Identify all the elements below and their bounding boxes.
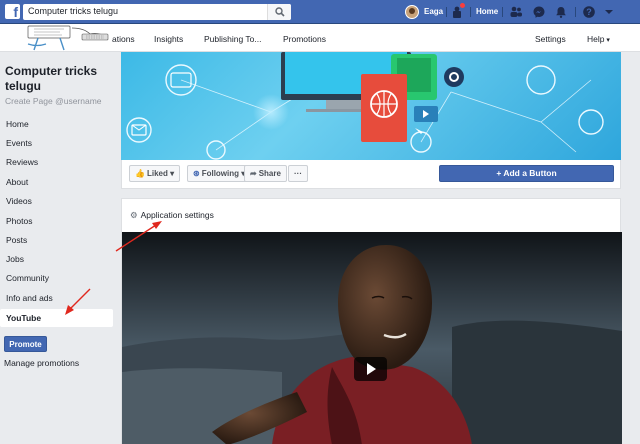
share-arrow-icon: ➦ [250,169,257,178]
home-link[interactable]: Home [476,7,498,16]
sidebar-item-info-and-ads[interactable]: Info and ads [0,289,113,307]
friends-icon[interactable] [509,5,523,19]
tab-settings[interactable]: Settings [535,34,566,44]
video-player[interactable] [122,232,622,444]
tab-publishing-tools[interactable]: Publishing To... [204,34,262,44]
user-name-link[interactable]: Eaga [424,7,443,16]
gear-icon: ⚙ [130,210,138,220]
share-label: Share [258,169,281,178]
rss-feed-icon: ⊛ [193,169,200,178]
cover-network-illustration [126,52,604,160]
sidebar-item-jobs[interactable]: Jobs [0,250,113,268]
manage-promotions-link[interactable]: Manage promotions [4,358,79,368]
divider [446,7,447,17]
divider [575,7,576,17]
search-icon [275,7,285,17]
svg-text:?: ? [586,7,592,17]
sidebar-item-about[interactable]: About [0,173,113,191]
tab-insights[interactable]: Insights [154,34,183,44]
cover-photo[interactable] [121,52,621,160]
user-avatar[interactable] [405,5,419,19]
more-options-button[interactable]: ··· [288,165,308,182]
liked-label: Liked [146,169,168,178]
following-button[interactable]: ⊛ Following ▾ [187,165,252,182]
application-settings-link[interactable]: ⚙ Application settings [130,210,214,221]
create-username-link[interactable]: Create Page @username [5,96,102,106]
thumbs-up-icon: 👍 [135,169,145,178]
facebook-logo-icon[interactable]: f [5,4,20,20]
add-a-button-button[interactable]: + Add a Button [439,165,614,182]
account-caret-icon[interactable] [602,5,616,19]
sidebar-item-home[interactable]: Home [0,115,113,133]
tab-promotions[interactable]: Promotions [283,34,326,44]
divider [470,7,471,17]
help-question-icon[interactable]: ? [582,5,596,19]
sidebar-item-youtube[interactable]: YouTube [0,309,113,327]
page-sidebar: Computer tricks telugu Create Page @user… [0,52,118,444]
promote-button[interactable]: Promote [4,336,47,352]
sidebar-item-videos[interactable]: Videos [0,192,113,210]
play-button[interactable] [354,357,387,381]
top-bar: f Computer tricks telugu Eaga Home ? [0,0,640,24]
search-input[interactable]: Computer tricks telugu [23,4,291,20]
sidebar-item-events[interactable]: Events [0,134,113,152]
sidebar-item-photos[interactable]: Photos [0,212,113,230]
tab-help[interactable]: Help [587,34,610,44]
liked-button[interactable]: 👍 Liked ▾ [129,165,181,182]
following-label: Following [201,169,240,178]
search-button[interactable] [267,4,291,20]
divider [502,7,503,17]
share-button[interactable]: ➦ Share [244,165,287,182]
sidebar-item-reviews[interactable]: Reviews [0,153,113,171]
video-thumbnail [122,232,622,444]
notifications-bell-icon[interactable] [554,5,568,19]
page-title[interactable]: Computer tricks telugu [5,64,113,94]
page-action-bar: 👍 Liked ▾ ⊛ Following ▾ ➦ Share ··· + Add a… [121,160,621,189]
page-profile-illustration [27,25,109,51]
sidebar-item-posts[interactable]: Posts [0,231,113,249]
sidebar-item-community[interactable]: Community [0,269,113,287]
notification-badge [459,2,466,9]
application-settings-label: Application settings [140,210,214,220]
messenger-icon[interactable] [532,5,546,19]
search-value: Computer tricks telugu [28,6,119,16]
youtube-app-panel: ⚙ Application settings [121,198,622,444]
